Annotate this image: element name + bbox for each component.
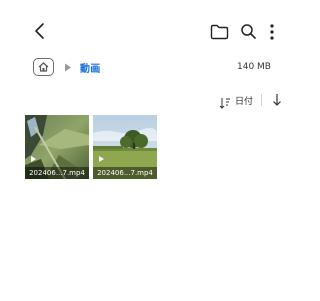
- file-name: 202406...7.mp4: [93, 167, 157, 179]
- storage-size: 140 MB: [237, 62, 271, 72]
- search-icon: [240, 23, 257, 40]
- search-button[interactable]: [240, 23, 257, 40]
- folder-button[interactable]: [210, 24, 229, 40]
- more-options-button[interactable]: [267, 22, 277, 42]
- arrow-down-icon: [272, 93, 282, 107]
- more-vert-icon: [267, 22, 277, 42]
- sort-label: 日付: [235, 96, 254, 107]
- file-name: 202406...7.mp4: [25, 167, 89, 179]
- breadcrumb-current[interactable]: 動画: [80, 60, 100, 75]
- chevron-left-icon: [33, 21, 47, 41]
- video-thumbnail[interactable]: 202406...7.mp4: [25, 115, 89, 179]
- back-button[interactable]: [33, 21, 47, 41]
- home-button[interactable]: [33, 58, 54, 76]
- sort-icon: [219, 94, 231, 109]
- triangle-right-icon: [64, 63, 72, 72]
- sort-button[interactable]: 日付: [219, 93, 254, 109]
- sort-direction-button[interactable]: [272, 93, 282, 107]
- play-icon: [31, 156, 36, 162]
- folder-icon: [210, 24, 229, 40]
- sort-divider: [261, 94, 262, 106]
- video-thumbnail[interactable]: 202406...7.mp4: [93, 115, 157, 179]
- play-icon: [99, 156, 104, 162]
